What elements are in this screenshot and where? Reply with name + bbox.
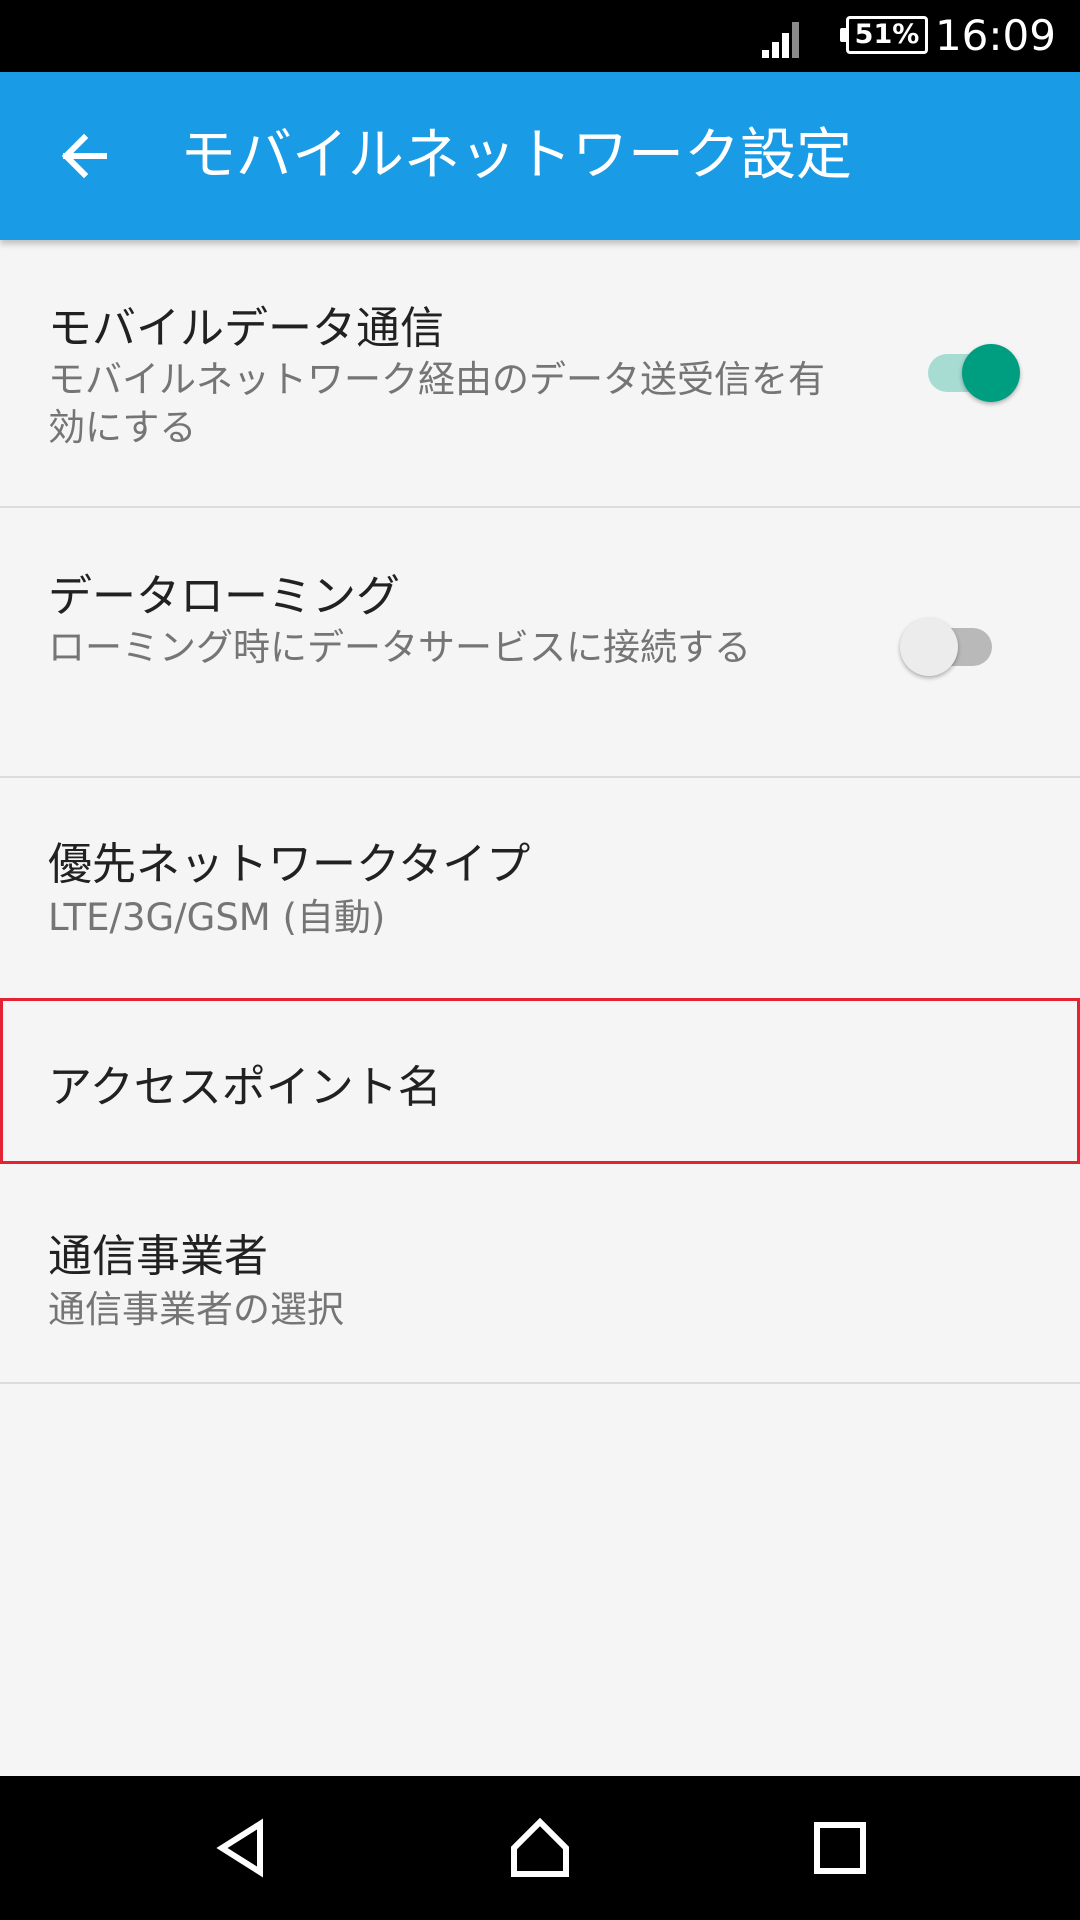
setting-title: 優先ネットワークタイプ bbox=[48, 839, 531, 890]
setting-summary: ローミング時にデータサービスに接続する bbox=[48, 626, 751, 669]
battery-icon: 51% bbox=[840, 16, 928, 54]
cell-signal-icon bbox=[762, 22, 799, 58]
mobile-data-switch[interactable] bbox=[910, 334, 1020, 402]
setting-summary: モバイルネットワーク経由のデータ送受信を有効にする bbox=[48, 358, 825, 449]
status-time: 16:09 bbox=[934, 11, 1056, 60]
data-roaming-switch[interactable] bbox=[900, 608, 1010, 676]
setting-network-operators[interactable]: 通信事業者 通信事業者の選択 bbox=[0, 1164, 1080, 1384]
page-title: モバイルネットワーク設定 bbox=[180, 123, 852, 188]
arrow-left-icon bbox=[61, 133, 107, 179]
screen: 51% 16:09 モバイルネットワーク設定 モバイルデータ通信 モバイルネット… bbox=[0, 0, 1080, 1920]
setting-data-roaming[interactable]: データローミング ローミング時にデータサービスに接続する bbox=[0, 508, 1080, 778]
battery-level: 51% bbox=[854, 19, 920, 50]
setting-access-point-names[interactable]: アクセスポイント名 bbox=[0, 998, 1080, 1164]
setting-summary: 通信事業者の選択 bbox=[48, 1288, 344, 1331]
switch-thumb bbox=[900, 618, 958, 676]
nav-back-button[interactable] bbox=[194, 1800, 290, 1896]
house-home-icon bbox=[511, 1817, 569, 1877]
setting-title: アクセスポイント名 bbox=[48, 1062, 442, 1113]
triangle-back-icon bbox=[216, 1818, 263, 1878]
setting-summary: LTE/3G/GSM (自動) bbox=[48, 896, 386, 939]
setting-preferred-network-type[interactable]: 優先ネットワークタイプ LTE/3G/GSM (自動) bbox=[0, 778, 1080, 998]
nav-recents-button[interactable] bbox=[792, 1800, 888, 1896]
nav-home-button[interactable] bbox=[492, 1800, 588, 1896]
setting-mobile-data[interactable]: モバイルデータ通信 モバイルネットワーク経由のデータ送受信を有効にする bbox=[0, 240, 1080, 508]
switch-thumb bbox=[962, 344, 1020, 402]
settings-list: モバイルデータ通信 モバイルネットワーク経由のデータ送受信を有効にする データロ… bbox=[0, 240, 1080, 1384]
status-bar: 51% 16:09 bbox=[0, 0, 1080, 72]
setting-title: モバイルデータ通信 bbox=[48, 303, 444, 354]
square-recents-icon bbox=[814, 1822, 866, 1874]
back-button[interactable] bbox=[40, 112, 128, 200]
setting-title: 通信事業者 bbox=[48, 1231, 268, 1282]
navigation-bar bbox=[0, 1776, 1080, 1920]
setting-title: データローミング bbox=[48, 571, 400, 622]
battery-nub bbox=[840, 28, 846, 42]
app-toolbar: モバイルネットワーク設定 bbox=[0, 72, 1080, 240]
